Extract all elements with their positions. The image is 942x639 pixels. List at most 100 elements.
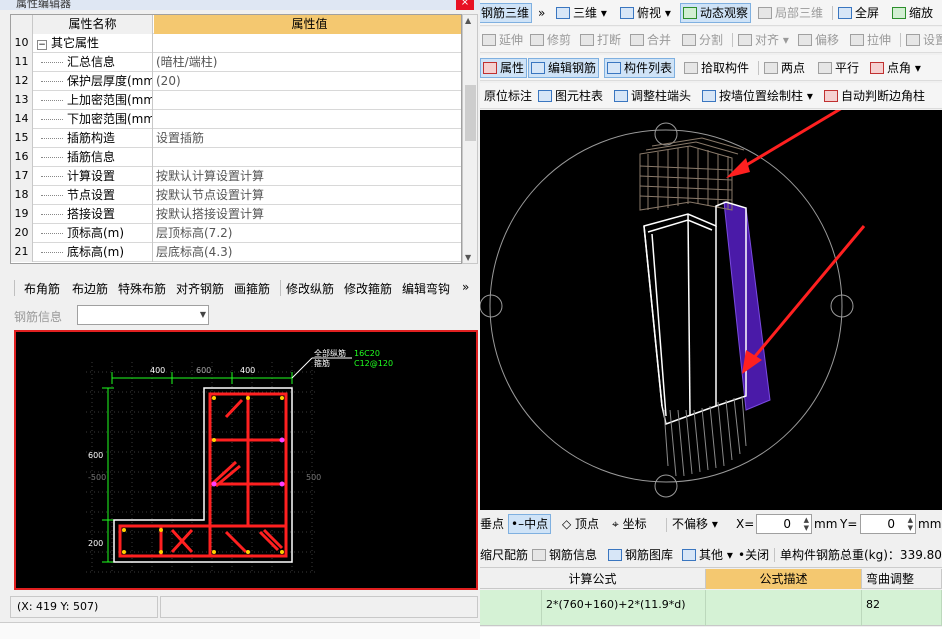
fullscreen-button[interactable]: 全屏 xyxy=(838,4,879,22)
property-value[interactable]: 按默认搭接设置计算 xyxy=(154,205,461,224)
table-row[interactable]: 16 插筋信息 xyxy=(11,148,461,167)
adjust-column-end-button[interactable]: 调整柱端头 xyxy=(614,87,691,105)
perpendicular-snap-button[interactable]: 垂点 xyxy=(480,515,504,533)
merge-button[interactable]: 合并 xyxy=(630,31,671,49)
rebar-3d-button[interactable]: 钢筋三维 xyxy=(480,3,533,23)
adjacent-wall[interactable] xyxy=(723,201,771,411)
table-row[interactable]: 10− 其它属性 xyxy=(11,34,461,53)
point-angle-button[interactable]: 点角 ▾ xyxy=(870,59,921,77)
collapse-icon[interactable]: − xyxy=(37,40,47,50)
vertex-snap-button[interactable]: ◇ 顶点 xyxy=(562,515,599,533)
trim-button[interactable]: 修剪 xyxy=(530,31,571,49)
property-value[interactable] xyxy=(154,91,461,110)
table-row[interactable]: 15 插筋构造 设置插筋 xyxy=(11,129,461,148)
property-value[interactable]: (暗柱/端柱) xyxy=(154,53,461,72)
table-row[interactable] xyxy=(480,627,942,639)
special-rebar-button[interactable]: 特殊布筋 xyxy=(118,280,166,297)
property-value[interactable] xyxy=(154,110,461,129)
coordinate-snap-button[interactable]: ⌖ 坐标 xyxy=(612,515,647,533)
auto-corner-column-button[interactable]: 自动判断边角柱 xyxy=(824,87,925,105)
orbit-handle-top[interactable] xyxy=(654,122,678,146)
close-button[interactable]: •关闭 xyxy=(738,546,769,564)
two-point-button[interactable]: 两点 xyxy=(764,59,805,77)
rebar-info-button[interactable]: 钢筋信息 xyxy=(532,546,597,564)
table-row[interactable]: 2*(760+160)+2*(11.9*d) 82 xyxy=(480,590,942,626)
y-input[interactable]: 0 ▲ ▼ xyxy=(860,514,916,534)
3d-button[interactable]: 三维 ▾ xyxy=(556,4,607,22)
pick-component-button[interactable]: 拾取构件 xyxy=(684,59,749,77)
grid-cell-bend[interactable]: 82 xyxy=(862,590,942,626)
stretch-button[interactable]: 拉伸 xyxy=(850,31,891,49)
edit-rebar-button[interactable]: 编辑钢筋 xyxy=(528,58,600,78)
other-button[interactable]: 其他 ▾ xyxy=(682,546,733,564)
table-row[interactable]: 21 底标高(m) 层底标高(4.3) xyxy=(11,243,461,262)
property-table-header[interactable]: 属性名称 属性值 xyxy=(11,15,461,34)
property-button[interactable]: 属性 xyxy=(480,58,528,78)
scaled-rebar-button[interactable]: 缩尺配筋 xyxy=(480,546,528,564)
orbit-handle-left[interactable] xyxy=(480,294,503,318)
place-edge-rebar-button[interactable]: 布边筋 xyxy=(72,280,108,297)
orbit-button[interactable]: 动态观察 xyxy=(680,3,752,23)
local-3d-button[interactable]: 局部三维 xyxy=(758,4,823,22)
spin-icon[interactable]: ▲ ▼ xyxy=(804,516,809,532)
edit-hook-button[interactable]: 编辑弯钩 xyxy=(402,280,450,297)
midpoint-snap-button[interactable]: •–中点 xyxy=(508,514,552,534)
property-value[interactable]: 按默认计算设置计算 xyxy=(154,167,461,186)
grid-header-bend[interactable]: 弯曲调整(mm) xyxy=(862,569,942,606)
split-button[interactable]: 分割 xyxy=(682,31,723,49)
scroll-up-icon[interactable]: ▲ xyxy=(465,16,471,25)
rebar-info-combo[interactable]: ▼ xyxy=(77,305,209,325)
property-value[interactable] xyxy=(154,34,461,53)
grid-cell-desc[interactable] xyxy=(706,590,862,626)
settings-button[interactable]: 设置 xyxy=(906,31,942,49)
table-row[interactable]: 12 保护层厚度(mm) (20) xyxy=(11,72,461,91)
zoom-button[interactable]: 缩放 xyxy=(892,4,933,22)
property-value[interactable]: 设置插筋 xyxy=(154,129,461,148)
offset-mode-select[interactable]: 不偏移 ▾ xyxy=(672,515,718,533)
toolbar-overflow-icon[interactable]: » xyxy=(462,280,469,294)
close-icon[interactable]: × xyxy=(456,0,474,10)
grid-header-desc[interactable]: 公式描述 xyxy=(706,569,862,589)
toolbar-overflow-icon[interactable]: » xyxy=(538,4,545,22)
place-corner-rebar-button[interactable]: 布角筋 xyxy=(24,280,60,297)
extend-button[interactable]: 延伸 xyxy=(482,31,523,49)
property-value[interactable]: (20) xyxy=(154,72,461,91)
column-table-button[interactable]: 图元柱表 xyxy=(538,87,603,105)
offset-button[interactable]: 偏移 xyxy=(798,31,839,49)
property-value[interactable] xyxy=(154,148,461,167)
top-view-button[interactable]: 俯视 ▾ xyxy=(620,4,671,22)
grid-cell-formula[interactable]: 2*(760+160)+2*(11.9*d) xyxy=(542,590,706,626)
draw-stirrup-button[interactable]: 画箍筋 xyxy=(234,280,270,297)
table-row[interactable]: 18 节点设置 按默认节点设置计算 xyxy=(11,186,461,205)
scroll-thumb[interactable] xyxy=(465,85,476,141)
table-row[interactable]: 20 顶标高(m) 层顶标高(7.2) xyxy=(11,224,461,243)
table-row[interactable]: 19 搭接设置 按默认搭接设置计算 xyxy=(11,205,461,224)
spin-icon[interactable]: ▲ ▼ xyxy=(908,516,913,532)
rebar-library-button[interactable]: 钢筋图库 xyxy=(608,546,673,564)
table-row[interactable]: 13 上加密范围(mm) xyxy=(11,91,461,110)
scroll-down-icon[interactable]: ▼ xyxy=(465,253,471,262)
table-row[interactable]: 11 汇总信息 (暗柱/端柱) xyxy=(11,53,461,72)
in-place-annotation-button[interactable]: 原位标注 xyxy=(484,87,532,105)
property-value[interactable]: 层底标高(4.3) xyxy=(154,243,461,262)
chevron-down-icon[interactable]: ▼ xyxy=(200,310,206,319)
table-row[interactable]: 14 下加密范围(mm) xyxy=(11,110,461,129)
component-list-button[interactable]: 构件列表 xyxy=(604,58,676,78)
grid-header-formula[interactable]: 计算公式 xyxy=(480,569,706,589)
modify-longitudinal-button[interactable]: 修改纵筋 xyxy=(286,280,334,297)
property-value[interactable]: 按默认节点设置计算 xyxy=(154,186,461,205)
orbit-handle-bottom[interactable] xyxy=(654,474,678,498)
table-row[interactable]: 17 计算设置 按默认计算设置计算 xyxy=(11,167,461,186)
break-button[interactable]: 打断 xyxy=(580,31,621,49)
parallel-button[interactable]: 平行 xyxy=(818,59,859,77)
section-drawing-canvas[interactable]: 400 600 400 600 200 -500 500 全部纵筋 箍筋 16C… xyxy=(14,330,478,590)
property-value[interactable]: 层顶标高(7.2) xyxy=(154,224,461,243)
3d-viewport-svg[interactable] xyxy=(480,110,942,510)
modify-stirrup-button[interactable]: 修改箍筋 xyxy=(344,280,392,297)
3d-viewport[interactable] xyxy=(480,110,942,510)
x-input[interactable]: 0 ▲ ▼ xyxy=(756,514,812,534)
draw-column-by-wall-button[interactable]: 按墙位置绘制柱 ▾ xyxy=(702,87,813,105)
property-table-scrollbar[interactable]: ▲ ▼ xyxy=(462,14,478,264)
align-button[interactable]: 对齐 ▾ xyxy=(738,31,789,49)
align-rebar-button[interactable]: 对齐钢筋 xyxy=(176,280,224,297)
